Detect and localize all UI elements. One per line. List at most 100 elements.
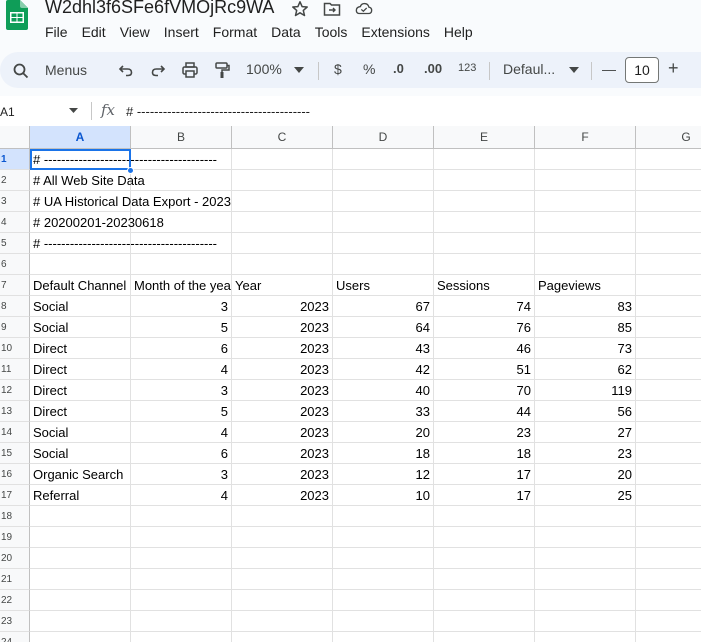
- chevron-down-icon[interactable]: [69, 108, 78, 113]
- cell-c20[interactable]: [232, 548, 333, 569]
- cell-d19[interactable]: [333, 527, 434, 548]
- cell-d22[interactable]: [333, 590, 434, 611]
- print-button[interactable]: [180, 60, 200, 80]
- cell-g6[interactable]: [636, 254, 701, 275]
- cell-e17[interactable]: 17: [434, 485, 535, 506]
- row-header[interactable]: 10: [0, 338, 30, 359]
- cell-g13[interactable]: [636, 401, 701, 422]
- font-size-input[interactable]: 10: [625, 57, 659, 83]
- cell-b2[interactable]: [131, 170, 232, 191]
- currency-format-button[interactable]: $: [334, 61, 342, 77]
- cell-e13[interactable]: 44: [434, 401, 535, 422]
- column-header-d[interactable]: D: [333, 126, 434, 149]
- cell-e16[interactable]: 17: [434, 464, 535, 485]
- cell-f5[interactable]: [535, 233, 636, 254]
- row-header[interactable]: 12: [0, 380, 30, 401]
- row-header[interactable]: 21: [0, 569, 30, 590]
- cell-f8[interactable]: 83: [535, 296, 636, 317]
- cell-c13[interactable]: 2023: [232, 401, 333, 422]
- cell-f11[interactable]: 62: [535, 359, 636, 380]
- cell-a10[interactable]: Direct: [30, 338, 131, 359]
- cell-e21[interactable]: [434, 569, 535, 590]
- sheets-logo-icon[interactable]: [6, 0, 28, 30]
- cell-d3[interactable]: [333, 191, 434, 212]
- row-header[interactable]: 9: [0, 317, 30, 338]
- cell-c10[interactable]: 2023: [232, 338, 333, 359]
- column-header-g[interactable]: G: [636, 126, 701, 149]
- cell-a24[interactable]: [30, 632, 131, 642]
- cell-g12[interactable]: [636, 380, 701, 401]
- cell-d9[interactable]: 64: [333, 317, 434, 338]
- row-header[interactable]: 5: [0, 233, 30, 254]
- menu-insert[interactable]: Insert: [157, 22, 206, 42]
- cell-b17[interactable]: 4: [131, 485, 232, 506]
- cell-e3[interactable]: [434, 191, 535, 212]
- menu-view[interactable]: View: [113, 22, 157, 42]
- cell-f2[interactable]: [535, 170, 636, 191]
- cell-a15[interactable]: Social: [30, 443, 131, 464]
- star-icon[interactable]: [291, 0, 309, 18]
- cell-f15[interactable]: 23: [535, 443, 636, 464]
- cell-a4[interactable]: # 20200201-20230618: [30, 212, 164, 233]
- row-header[interactable]: 24: [0, 632, 30, 642]
- search-menus-button[interactable]: Menus: [9, 55, 99, 85]
- cell-a13[interactable]: Direct: [30, 401, 131, 422]
- cell-g3[interactable]: [636, 191, 701, 212]
- cell-d15[interactable]: 18: [333, 443, 434, 464]
- row-header[interactable]: 1: [0, 149, 30, 170]
- row-header[interactable]: 20: [0, 548, 30, 569]
- cell-c1[interactable]: [232, 149, 333, 170]
- cell-d10[interactable]: 43: [333, 338, 434, 359]
- cell-c6[interactable]: [232, 254, 333, 275]
- row-header[interactable]: 17: [0, 485, 30, 506]
- cell-g17[interactable]: [636, 485, 701, 506]
- cell-f24[interactable]: [535, 632, 636, 642]
- cell-b9[interactable]: 5: [131, 317, 232, 338]
- cell-d20[interactable]: [333, 548, 434, 569]
- cell-e14[interactable]: 23: [434, 422, 535, 443]
- move-to-folder-icon[interactable]: [323, 0, 341, 18]
- cell-b10[interactable]: 6: [131, 338, 232, 359]
- cell-b14[interactable]: 4: [131, 422, 232, 443]
- cell-d12[interactable]: 40: [333, 380, 434, 401]
- cell-e11[interactable]: 51: [434, 359, 535, 380]
- cell-d17[interactable]: 10: [333, 485, 434, 506]
- cell-g19[interactable]: [636, 527, 701, 548]
- cell-f22[interactable]: [535, 590, 636, 611]
- cell-d24[interactable]: [333, 632, 434, 642]
- cell-a5[interactable]: # --------------------------------------…: [30, 233, 217, 254]
- cell-d5[interactable]: [333, 233, 434, 254]
- formula-input[interactable]: # --------------------------------------…: [126, 104, 310, 119]
- cell-c18[interactable]: [232, 506, 333, 527]
- cell-d6[interactable]: [333, 254, 434, 275]
- cell-a14[interactable]: Social: [30, 422, 131, 443]
- cell-c14[interactable]: 2023: [232, 422, 333, 443]
- cell-e1[interactable]: [434, 149, 535, 170]
- row-header[interactable]: 15: [0, 443, 30, 464]
- cell-b7[interactable]: Month of the yea: [131, 275, 232, 296]
- cell-a18[interactable]: [30, 506, 131, 527]
- cell-a22[interactable]: [30, 590, 131, 611]
- row-header[interactable]: 14: [0, 422, 30, 443]
- cell-g9[interactable]: [636, 317, 701, 338]
- cell-a9[interactable]: Social: [30, 317, 131, 338]
- cell-e9[interactable]: 76: [434, 317, 535, 338]
- more-formats-button[interactable]: 123: [458, 62, 476, 74]
- cell-f7[interactable]: Pageviews: [535, 275, 636, 296]
- cell-a8[interactable]: Social: [30, 296, 131, 317]
- cell-f17[interactable]: 25: [535, 485, 636, 506]
- cell-g14[interactable]: [636, 422, 701, 443]
- name-box[interactable]: A1: [0, 105, 15, 119]
- cell-e18[interactable]: [434, 506, 535, 527]
- cell-e5[interactable]: [434, 233, 535, 254]
- cell-e10[interactable]: 46: [434, 338, 535, 359]
- menu-file[interactable]: File: [38, 22, 75, 42]
- row-header[interactable]: 19: [0, 527, 30, 548]
- cell-f16[interactable]: 20: [535, 464, 636, 485]
- cell-c9[interactable]: 2023: [232, 317, 333, 338]
- cell-e6[interactable]: [434, 254, 535, 275]
- row-header[interactable]: 8: [0, 296, 30, 317]
- cell-c2[interactable]: [232, 170, 333, 191]
- cell-b1[interactable]: [131, 149, 232, 170]
- row-header[interactable]: 7: [0, 275, 30, 296]
